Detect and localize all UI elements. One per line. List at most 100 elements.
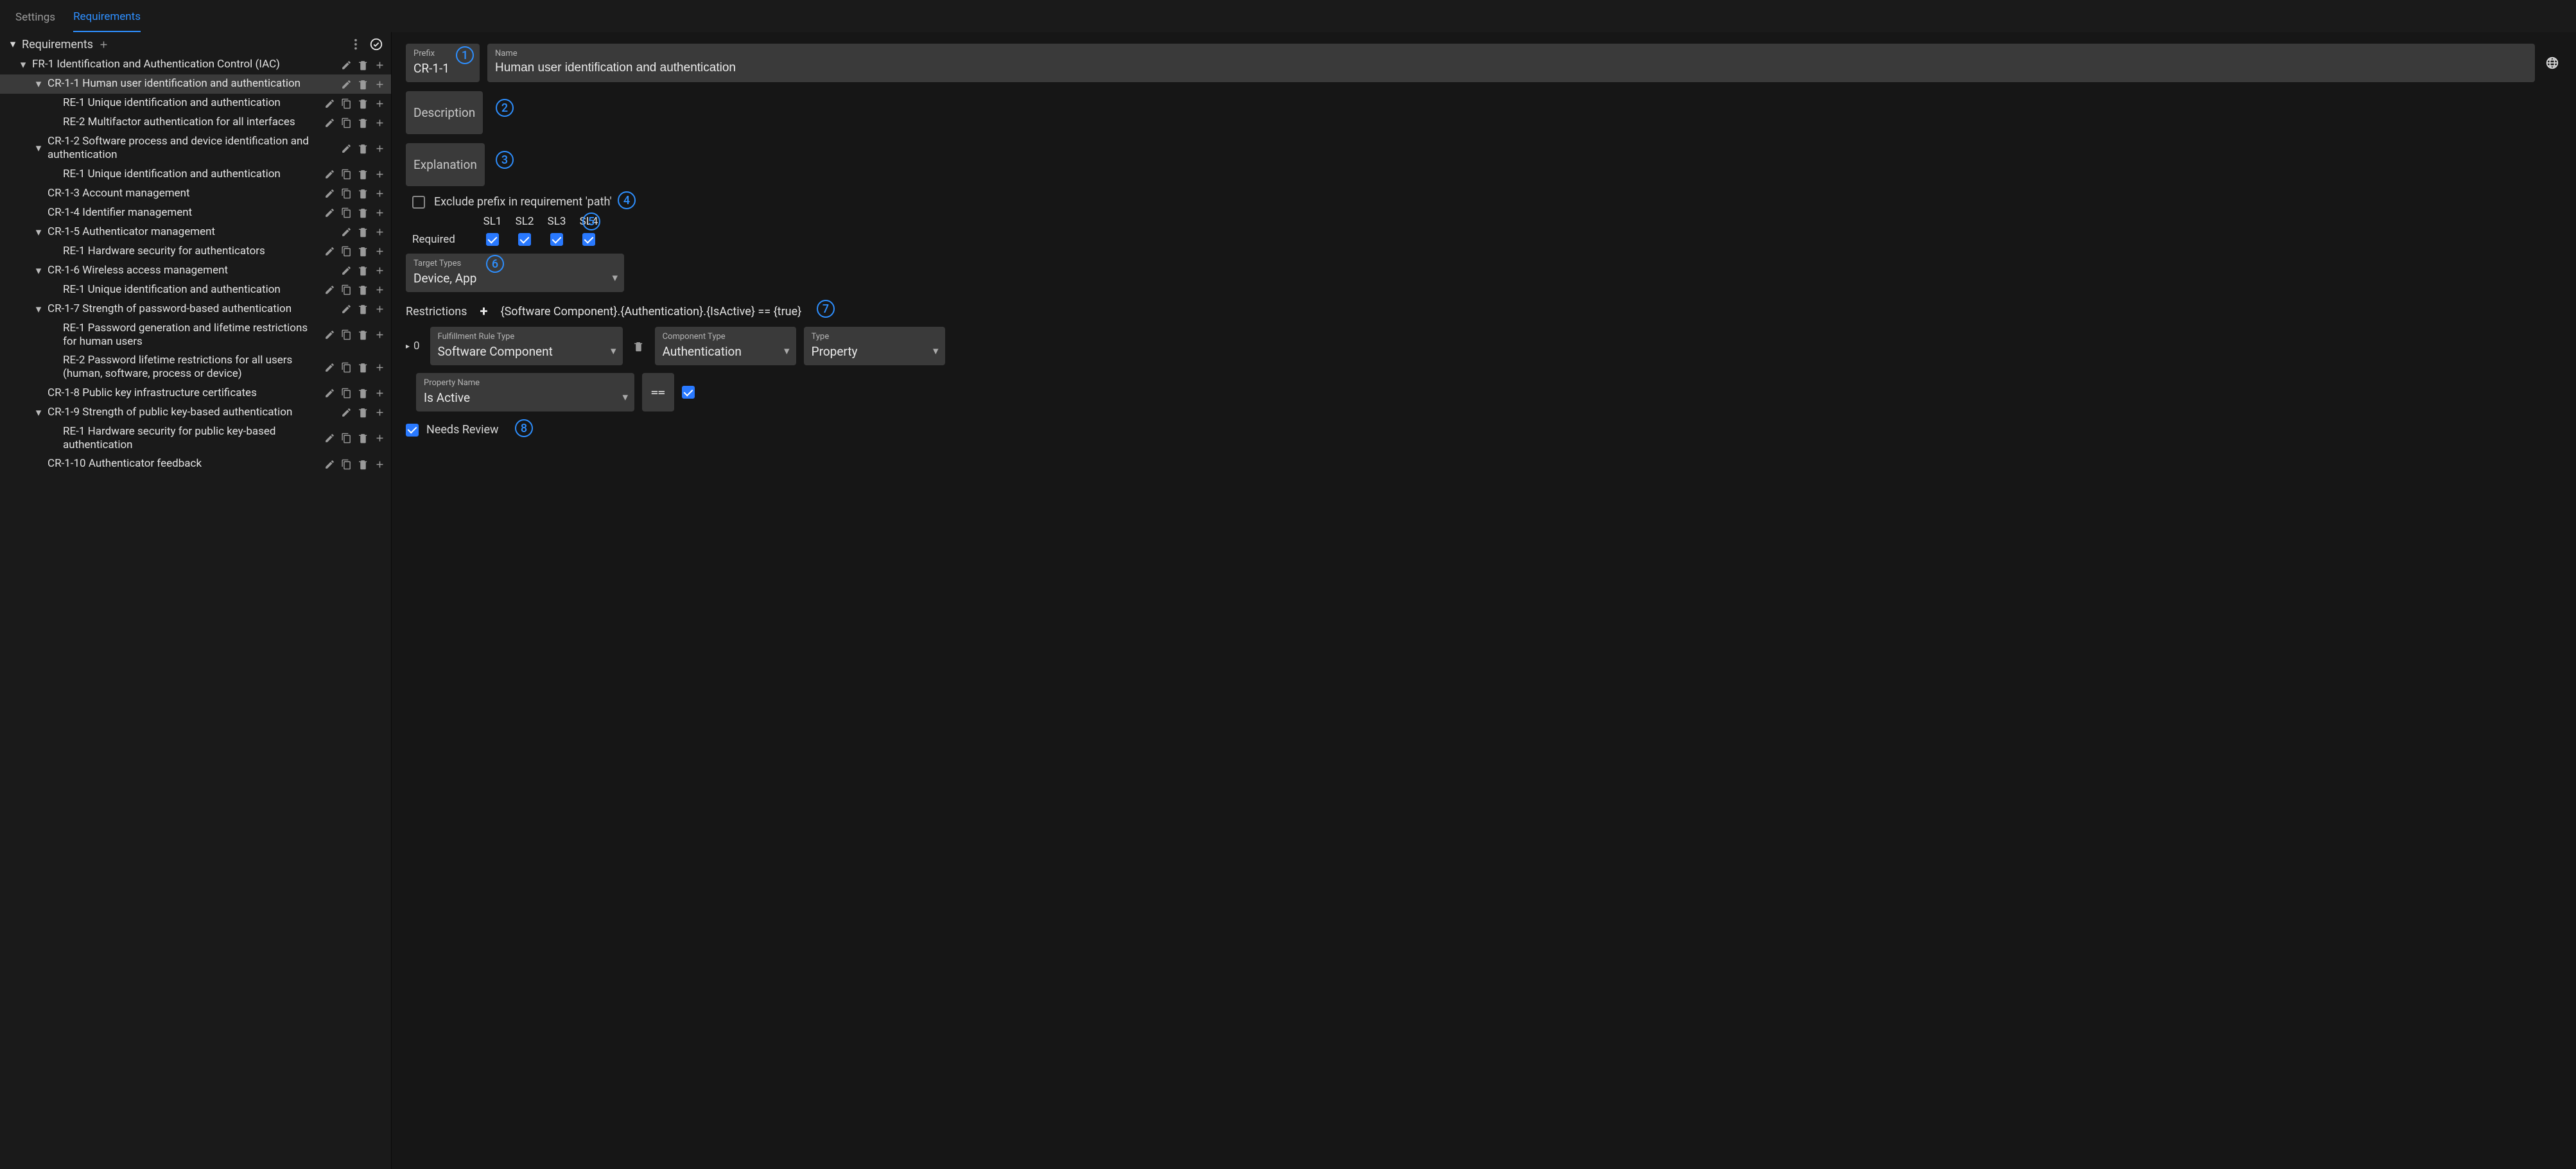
- delete-icon[interactable]: [356, 303, 369, 316]
- tree-item-re1e[interactable]: RE-1 Password generation and lifetime re…: [0, 319, 391, 352]
- tree-item-re1b[interactable]: RE-1 Unique identification and authentic…: [0, 165, 391, 184]
- operator-select[interactable]: ==: [642, 373, 674, 411]
- edit-icon[interactable]: [340, 226, 352, 239]
- tree-item-cr12[interactable]: ▾CR-1-2 Software process and device iden…: [0, 132, 391, 165]
- tree-item-cr15[interactable]: ▾CR-1-5 Authenticator management: [0, 223, 391, 242]
- add-icon[interactable]: [373, 303, 386, 316]
- name-field[interactable]: Name: [487, 44, 2535, 82]
- add-icon[interactable]: [373, 187, 386, 200]
- globe-icon[interactable]: [2543, 44, 2562, 82]
- tree-root-caret[interactable]: ▾: [8, 38, 18, 51]
- add-icon[interactable]: [373, 361, 386, 374]
- tree-caret[interactable]: ▾: [33, 226, 44, 239]
- tree-caret[interactable]: ▾: [33, 78, 44, 91]
- tree-root-add-button[interactable]: [97, 38, 110, 51]
- type-select[interactable]: Type Property ▾: [804, 327, 945, 365]
- delete-icon[interactable]: [356, 207, 369, 220]
- add-icon[interactable]: [373, 406, 386, 419]
- edit-icon[interactable]: [340, 406, 352, 419]
- add-icon[interactable]: [373, 387, 386, 400]
- required-sl2-checkbox[interactable]: [518, 233, 531, 246]
- tree-more-menu[interactable]: [349, 37, 363, 51]
- fulfillment-rule-type-select[interactable]: Fulfillment Rule Type Software Component…: [430, 327, 623, 365]
- add-icon[interactable]: [373, 284, 386, 297]
- add-icon[interactable]: [373, 207, 386, 220]
- edit-icon[interactable]: [340, 264, 352, 277]
- copy-icon[interactable]: [340, 387, 352, 400]
- add-icon[interactable]: [373, 245, 386, 258]
- delete-icon[interactable]: [356, 387, 369, 400]
- tree-item-cr14[interactable]: CR-1-4 Identifier management: [0, 203, 391, 223]
- tree-validate-icon[interactable]: [369, 37, 383, 51]
- copy-icon[interactable]: [340, 97, 352, 110]
- tree-item-re2b[interactable]: RE-2 Password lifetime restrictions for …: [0, 351, 391, 384]
- required-sl4-checkbox[interactable]: [582, 233, 595, 246]
- delete-icon[interactable]: [356, 116, 369, 129]
- prefix-field[interactable]: Prefix CR-1-1: [406, 44, 480, 82]
- tree-item-re1a[interactable]: RE-1 Unique identification and authentic…: [0, 94, 391, 113]
- add-icon[interactable]: [373, 458, 386, 471]
- delete-icon[interactable]: [356, 458, 369, 471]
- tree-item-re1f[interactable]: RE-1 Hardware security for public key-ba…: [0, 422, 391, 455]
- delete-icon[interactable]: [356, 361, 369, 374]
- copy-icon[interactable]: [340, 245, 352, 258]
- name-input[interactable]: [495, 61, 2527, 75]
- tree-item-re1c[interactable]: RE-1 Hardware security for authenticator…: [0, 242, 391, 261]
- add-icon[interactable]: [373, 78, 386, 91]
- edit-icon[interactable]: [340, 78, 352, 91]
- delete-icon[interactable]: [356, 329, 369, 342]
- copy-icon[interactable]: [340, 116, 352, 129]
- delete-icon[interactable]: [356, 168, 369, 181]
- tree-item-cr11[interactable]: ▾CR-1-1 Human user identification and au…: [0, 74, 391, 94]
- tree-item-cr19[interactable]: ▾CR-1-9 Strength of public key-based aut…: [0, 403, 391, 422]
- needs-review-checkbox[interactable]: [406, 424, 419, 437]
- required-sl1-checkbox[interactable]: [486, 233, 499, 246]
- add-icon[interactable]: [373, 58, 386, 71]
- tree-item-re2a[interactable]: RE-2 Multifactor authentication for all …: [0, 113, 391, 132]
- description-field[interactable]: Description: [406, 91, 483, 134]
- add-restriction-button[interactable]: +: [476, 304, 491, 319]
- edit-icon[interactable]: [340, 303, 352, 316]
- add-icon[interactable]: [373, 97, 386, 110]
- edit-icon[interactable]: [323, 458, 336, 471]
- tree-item-cr18[interactable]: CR-1-8 Public key infrastructure certifi…: [0, 384, 391, 403]
- tree-item-cr13[interactable]: CR-1-3 Account management: [0, 184, 391, 203]
- copy-icon[interactable]: [340, 458, 352, 471]
- component-type-select[interactable]: Component Type Authentication ▾: [655, 327, 796, 365]
- property-name-select[interactable]: Property Name Is Active ▾: [416, 373, 634, 411]
- target-types-select[interactable]: Target Types Device, App ▾: [406, 254, 624, 292]
- copy-icon[interactable]: [340, 207, 352, 220]
- tree-caret[interactable]: ▾: [18, 58, 28, 71]
- edit-icon[interactable]: [323, 97, 336, 110]
- edit-icon[interactable]: [323, 207, 336, 220]
- copy-icon[interactable]: [340, 361, 352, 374]
- edit-icon[interactable]: [340, 58, 352, 71]
- delete-rule-button[interactable]: [632, 340, 645, 352]
- tree-item-cr16[interactable]: ▾CR-1-6 Wireless access management: [0, 261, 391, 281]
- edit-icon[interactable]: [323, 329, 336, 342]
- copy-icon[interactable]: [340, 168, 352, 181]
- explanation-field[interactable]: Explanation: [406, 143, 485, 186]
- delete-icon[interactable]: [356, 226, 369, 239]
- edit-icon[interactable]: [323, 168, 336, 181]
- delete-icon[interactable]: [356, 406, 369, 419]
- add-icon[interactable]: [373, 264, 386, 277]
- add-icon[interactable]: [373, 168, 386, 181]
- delete-icon[interactable]: [356, 58, 369, 71]
- edit-icon[interactable]: [323, 116, 336, 129]
- tree-item-fr1[interactable]: ▾FR-1 Identification and Authentication …: [0, 55, 391, 74]
- delete-icon[interactable]: [356, 432, 369, 445]
- add-icon[interactable]: [373, 142, 386, 155]
- delete-icon[interactable]: [356, 142, 369, 155]
- add-icon[interactable]: [373, 329, 386, 342]
- rule-expand-caret[interactable]: ▸: [406, 342, 410, 351]
- tree-caret[interactable]: ▾: [33, 303, 44, 316]
- tab-requirements[interactable]: Requirements: [73, 6, 141, 32]
- edit-icon[interactable]: [323, 284, 336, 297]
- tree-caret[interactable]: ▾: [33, 406, 44, 419]
- copy-icon[interactable]: [340, 432, 352, 445]
- edit-icon[interactable]: [340, 142, 352, 155]
- edit-icon[interactable]: [323, 245, 336, 258]
- tree-item-cr17[interactable]: ▾CR-1-7 Strength of password-based authe…: [0, 300, 391, 319]
- edit-icon[interactable]: [323, 361, 336, 374]
